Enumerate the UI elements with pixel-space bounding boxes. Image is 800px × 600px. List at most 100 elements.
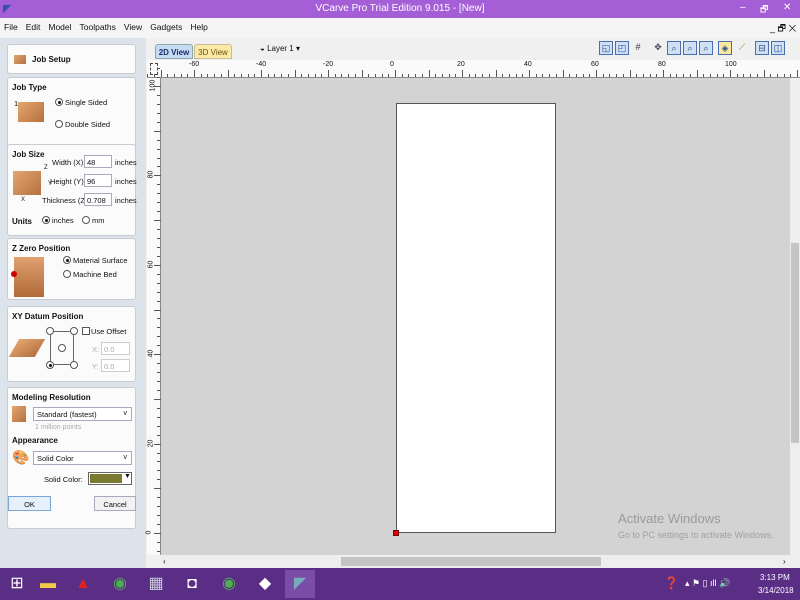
menu-toolpaths[interactable]: Toolpaths — [76, 18, 120, 36]
ruler-tick — [157, 479, 160, 481]
zoom-selection-icon[interactable]: ⌕ — [699, 41, 713, 55]
horizontal-scroll-thumb[interactable] — [341, 557, 601, 566]
ruler-tick — [200, 74, 202, 77]
single-sided-radio[interactable] — [55, 98, 63, 106]
menu-gadgets[interactable]: Gadgets — [146, 18, 186, 36]
thickness-input[interactable]: 0.708 — [84, 193, 112, 206]
ruler-tick — [157, 345, 160, 347]
close-button[interactable]: ✕ — [783, 2, 791, 13]
cancel-button[interactable]: Cancel — [94, 496, 136, 511]
ruler-tick — [307, 74, 309, 77]
resolution-select[interactable]: Standard (fastest) — [33, 407, 132, 421]
acrobat-icon[interactable]: ▲ — [68, 570, 98, 598]
width-label: Width (X): — [52, 158, 86, 167]
menu-edit[interactable]: Edit — [22, 18, 45, 36]
use-offset-checkbox[interactable] — [82, 327, 90, 335]
lightbulb-icon[interactable]: ◈ — [718, 41, 732, 55]
datum-center-radio[interactable] — [58, 344, 66, 352]
ruler-tick — [455, 74, 457, 77]
thickness-unit: inches — [115, 196, 137, 205]
clock-date[interactable]: 3/14/2018 — [758, 586, 794, 595]
pan-icon[interactable]: ✥ — [651, 41, 665, 55]
select-box-icon[interactable]: ◱ — [599, 41, 613, 55]
minimize-button[interactable]: – — [740, 2, 746, 13]
maximize-button[interactable]: 🗗 — [760, 2, 768, 18]
tab-2d-view[interactable]: 2D View — [155, 44, 193, 59]
ruler-tick — [157, 273, 160, 275]
tab-3d-view[interactable]: 3D View — [194, 44, 232, 59]
inches-label: inches — [52, 216, 74, 225]
ok-button[interactable]: OK — [8, 496, 51, 511]
datum-top-right-radio[interactable] — [70, 327, 78, 335]
store-app-icon[interactable]: ◘ — [177, 570, 207, 598]
job-type-heading: Job Type — [12, 83, 47, 92]
offset-x-input[interactable]: 0.0 — [101, 342, 130, 355]
ruler-tick — [669, 74, 671, 77]
grid-icon[interactable]: # — [631, 41, 645, 55]
start-button-icon[interactable]: ⊞ — [2, 570, 32, 598]
vcarve-taskbar-icon[interactable]: ◤ — [285, 570, 315, 598]
offset-y-input[interactable]: 0.0 — [101, 359, 130, 372]
ruler-tick — [281, 74, 283, 77]
width-input[interactable]: 48 — [84, 155, 112, 168]
double-sided-radio[interactable] — [55, 120, 63, 128]
ruler-x-label: 100 — [725, 61, 737, 68]
ruler-tick — [468, 74, 470, 77]
inches-radio[interactable] — [42, 216, 50, 224]
machine-bed-radio[interactable] — [63, 270, 71, 278]
vertical-scrollbar[interactable] — [790, 78, 800, 555]
job-size-section: Job Size Z X Y Width (X): 48 inches Heig… — [7, 144, 137, 236]
appearance-select[interactable]: Solid Color — [33, 451, 132, 465]
ruler-tick — [157, 246, 160, 248]
ruler-tick — [482, 74, 484, 77]
menu-model[interactable]: Model — [44, 18, 75, 36]
layer-dropdown[interactable]: ◒ Layer 1 ▾ — [260, 44, 300, 53]
ruler-tick — [703, 74, 705, 77]
calculator-icon[interactable]: ▦ — [141, 570, 171, 598]
clock-time[interactable]: 3:13 PM — [760, 573, 790, 582]
ruler-tick — [157, 211, 160, 213]
solid-color-picker[interactable]: ▼ — [88, 472, 132, 485]
ruler-tick — [549, 74, 551, 77]
zoom-box-icon[interactable]: ⌕ — [667, 41, 681, 55]
file-explorer-icon[interactable]: ▬ — [33, 570, 63, 598]
ruler-tick — [157, 202, 160, 204]
ruler-x-label: 0 — [390, 61, 394, 68]
ruler-tick — [154, 130, 161, 132]
datum-bottom-right-radio[interactable] — [70, 361, 78, 369]
help-icon[interactable]: ❓ — [664, 576, 679, 590]
menu-help[interactable]: Help — [186, 18, 211, 36]
ruler-tick — [157, 470, 160, 472]
ruler-tick — [157, 77, 160, 79]
ruler-tick — [157, 193, 160, 195]
menu-view[interactable]: View — [120, 18, 146, 36]
ruler-tick — [314, 74, 316, 77]
document-window-controls[interactable]: _ 🗗 ✕ — [770, 21, 796, 37]
material-sheet[interactable] — [396, 103, 556, 533]
chrome-icon[interactable]: ◉ — [105, 570, 135, 598]
horizontal-scrollbar[interactable]: ‹ › — [161, 555, 800, 568]
chrome-2-icon[interactable]: ◉ — [214, 570, 244, 598]
single-sided-block-icon — [18, 102, 44, 122]
ruler-tick — [254, 74, 256, 77]
ruler-tick — [154, 86, 161, 87]
menu-file[interactable]: File — [0, 18, 22, 36]
resolution-grid-icon — [12, 406, 26, 422]
tray-icons[interactable]: ▴ ⚑ ▯ ıll 🔊 — [685, 578, 730, 589]
datum-top-left-radio[interactable] — [46, 327, 54, 335]
measure-icon[interactable]: ⟋ — [735, 41, 749, 55]
datum-bottom-left-radio[interactable] — [46, 361, 54, 369]
mm-radio[interactable] — [82, 216, 90, 224]
inkscape-icon[interactable]: ◆ — [250, 570, 280, 598]
ruler-tick — [435, 74, 437, 77]
ruler-tick — [157, 524, 160, 526]
split-horizontal-icon[interactable]: ⊟ — [755, 41, 769, 55]
vertical-scroll-thumb[interactable] — [791, 243, 799, 443]
zoom-all-icon[interactable]: ⌕ — [683, 41, 697, 55]
material-surface-radio[interactable] — [63, 256, 71, 264]
scroll-left-icon[interactable]: ‹ — [163, 557, 166, 566]
split-vertical-icon[interactable]: ◫ — [771, 41, 785, 55]
height-input[interactable]: 96 — [84, 174, 112, 187]
scroll-right-icon[interactable]: › — [783, 557, 786, 566]
snap-icon[interactable]: ◰ — [615, 41, 629, 55]
